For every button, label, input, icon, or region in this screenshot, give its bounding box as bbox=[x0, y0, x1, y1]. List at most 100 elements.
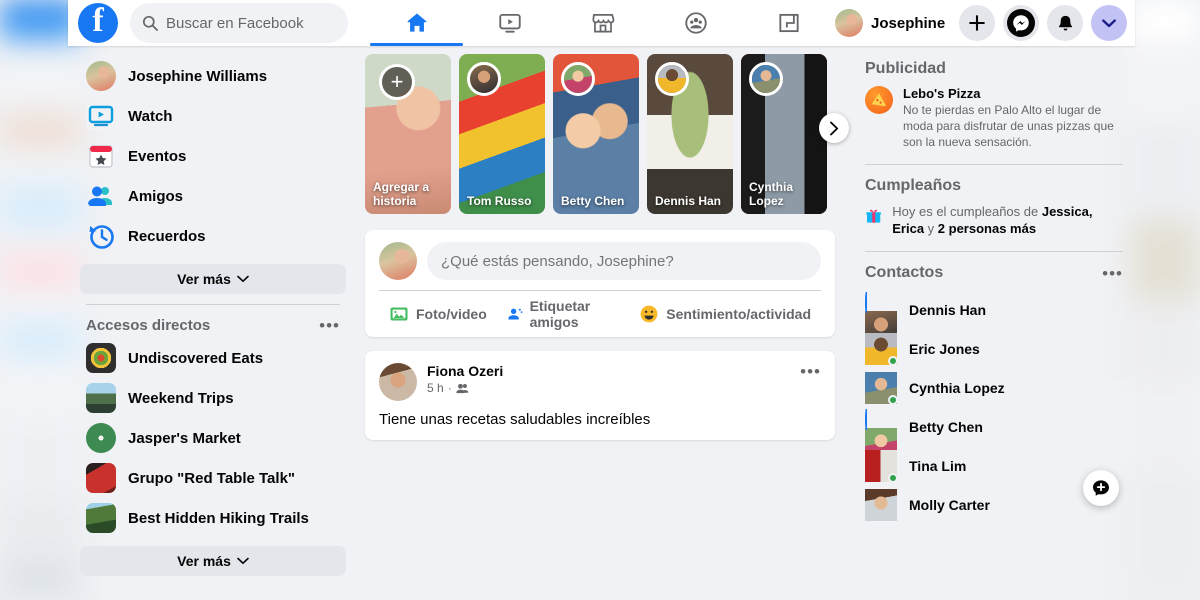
story-tom-russo[interactable]: Tom Russo bbox=[459, 54, 545, 214]
account-name[interactable]: Josephine bbox=[871, 15, 945, 32]
avatar bbox=[86, 61, 116, 91]
notifications-button[interactable] bbox=[1047, 5, 1084, 41]
story-label: Cynthia Lopez bbox=[749, 180, 794, 208]
shortcut-thumb-icon bbox=[86, 463, 116, 493]
birthday-prefix: Hoy es el cumpleaños de bbox=[892, 204, 1042, 219]
shortcut-thumb-icon bbox=[86, 503, 116, 533]
pizza-slice-icon bbox=[865, 86, 893, 114]
right-sidebar: Publicidad Lebo's Pizza No te pierdas en… bbox=[855, 46, 1135, 524]
birthday-more[interactable]: 2 personas más bbox=[938, 221, 1036, 236]
watch-icon bbox=[86, 101, 116, 131]
sidebar-divider bbox=[86, 304, 340, 305]
post-author-avatar[interactable] bbox=[379, 363, 417, 401]
composer-divider bbox=[379, 290, 821, 291]
search-icon bbox=[142, 15, 158, 31]
shortcut-undiscovered-eats[interactable]: Undiscovered Eats bbox=[78, 338, 348, 378]
contact-name: Eric Jones bbox=[909, 340, 980, 357]
rail-divider bbox=[865, 164, 1123, 165]
blurred-backdrop-right bbox=[1130, 0, 1200, 600]
shortcut-label: Jasper's Market bbox=[128, 429, 241, 447]
contact-cynthia-lopez[interactable]: Cynthia Lopez bbox=[865, 368, 1123, 407]
composer-action-label: Foto/video bbox=[416, 306, 487, 322]
sidebar-item-watch[interactable]: Watch bbox=[78, 96, 348, 136]
plus-icon: + bbox=[379, 64, 415, 100]
contacts-menu-icon[interactable]: ••• bbox=[1102, 265, 1123, 282]
sidebar-item-label: Watch bbox=[128, 107, 173, 125]
avatar bbox=[865, 291, 897, 362]
shortcut-thumb-icon bbox=[86, 423, 116, 453]
messenger-button[interactable] bbox=[1003, 5, 1040, 41]
post-text: Tiene unas recetas saludables increíbles bbox=[379, 411, 651, 428]
composer-input[interactable] bbox=[427, 242, 821, 280]
composer-tag-friends-button[interactable]: Etiquetar amigos bbox=[497, 298, 630, 330]
messenger-icon bbox=[1007, 9, 1036, 37]
online-status-dot bbox=[888, 355, 898, 366]
emoji-icon bbox=[640, 305, 658, 323]
sidebar-item-profile[interactable]: Josephine Williams bbox=[78, 56, 348, 96]
composer-avatar[interactable] bbox=[379, 242, 417, 280]
contact-betty-chen[interactable]: Betty Chen bbox=[865, 407, 1123, 479]
sidebar-item-label: Eventos bbox=[128, 147, 187, 165]
account-menu-button[interactable] bbox=[1091, 5, 1128, 41]
bell-icon bbox=[1058, 15, 1072, 31]
facebook-logo[interactable]: f bbox=[78, 3, 118, 43]
ad-card[interactable]: Lebo's Pizza No te pierdas en Palo Alto … bbox=[865, 86, 1123, 150]
tab-home[interactable] bbox=[370, 0, 463, 46]
main-feed: + Agregar a historia Tom Russo Betty Che… bbox=[365, 46, 849, 440]
memories-icon bbox=[86, 221, 116, 251]
tab-gaming[interactable] bbox=[742, 0, 835, 46]
birthday-item[interactable]: Hoy es el cumpleaños de Jessica, Erica y… bbox=[865, 203, 1123, 237]
stories-next-button[interactable] bbox=[819, 113, 849, 143]
composer-action-label: Sentimiento/actividad bbox=[666, 306, 811, 322]
shortcuts-menu-icon[interactable]: ••• bbox=[319, 317, 340, 334]
story-label: Dennis Han bbox=[655, 194, 722, 208]
story-cynthia-lopez[interactable]: Cynthia Lopez bbox=[741, 54, 827, 214]
create-button[interactable] bbox=[959, 5, 996, 41]
rail-divider bbox=[865, 251, 1123, 252]
story-dennis-han[interactable]: Dennis Han bbox=[647, 54, 733, 214]
tag-friends-icon bbox=[508, 308, 523, 320]
new-message-button[interactable] bbox=[1083, 470, 1119, 506]
composer-feeling-activity-button[interactable]: Sentimiento/actividad bbox=[629, 304, 821, 324]
friends-audience-icon[interactable] bbox=[456, 382, 469, 395]
story-betty-chen[interactable]: Betty Chen bbox=[553, 54, 639, 214]
contact-eric-jones[interactable]: Eric Jones bbox=[865, 329, 1123, 368]
photo-icon bbox=[390, 307, 408, 321]
account-avatar[interactable] bbox=[835, 9, 863, 37]
sidebar-item-eventos[interactable]: Eventos bbox=[78, 136, 348, 176]
shortcut-best-hidden-hiking-trails[interactable]: Best Hidden Hiking Trails bbox=[78, 498, 348, 538]
chevron-down-icon bbox=[237, 557, 249, 565]
groups-icon bbox=[684, 12, 707, 34]
post-timestamp: 5 h bbox=[427, 381, 444, 395]
composer-actions: Foto/video Etiquetar amigos Sentimiento/… bbox=[379, 295, 821, 333]
post-author-name[interactable]: Fiona Ozeri bbox=[427, 363, 790, 379]
sidebar-item-amigos[interactable]: Amigos bbox=[78, 176, 348, 216]
avatar bbox=[865, 332, 898, 366]
composer-photo-video-button[interactable]: Foto/video bbox=[379, 304, 497, 324]
search-input[interactable]: Buscar en Facebook bbox=[130, 3, 348, 43]
composer-top-row bbox=[379, 242, 821, 280]
contact-dennis-han[interactable]: Dennis Han bbox=[865, 290, 1123, 362]
see-more-shortcuts-button[interactable]: Ver más bbox=[80, 546, 346, 576]
gift-icon bbox=[866, 209, 881, 223]
post-meta: 5 h · bbox=[427, 381, 790, 395]
sidebar-item-recuerdos[interactable]: Recuerdos bbox=[78, 216, 348, 256]
shortcut-weekend-trips[interactable]: Weekend Trips bbox=[78, 378, 348, 418]
tab-watch[interactable] bbox=[463, 0, 556, 46]
shortcut-label: Weekend Trips bbox=[128, 389, 234, 407]
avatar bbox=[865, 408, 897, 479]
shortcut-jaspers-market[interactable]: Jasper's Market bbox=[78, 418, 348, 458]
contacts-header: Contactos ••• bbox=[865, 260, 1123, 290]
tab-groups[interactable] bbox=[649, 0, 742, 46]
story-add-to-story[interactable]: + Agregar a historia bbox=[365, 54, 451, 214]
home-icon bbox=[407, 13, 426, 32]
contact-name: Dennis Han bbox=[909, 301, 987, 318]
see-more-button[interactable]: Ver más bbox=[80, 264, 346, 294]
events-icon bbox=[86, 141, 116, 171]
shortcut-red-table-talk[interactable]: Grupo "Red Table Talk" bbox=[78, 458, 348, 498]
tab-marketplace[interactable] bbox=[556, 0, 649, 46]
storefront-icon bbox=[591, 14, 614, 33]
sidebar-item-label: Recuerdos bbox=[128, 227, 206, 245]
post-menu-icon[interactable]: ••• bbox=[800, 363, 821, 380]
avatar bbox=[865, 449, 898, 483]
